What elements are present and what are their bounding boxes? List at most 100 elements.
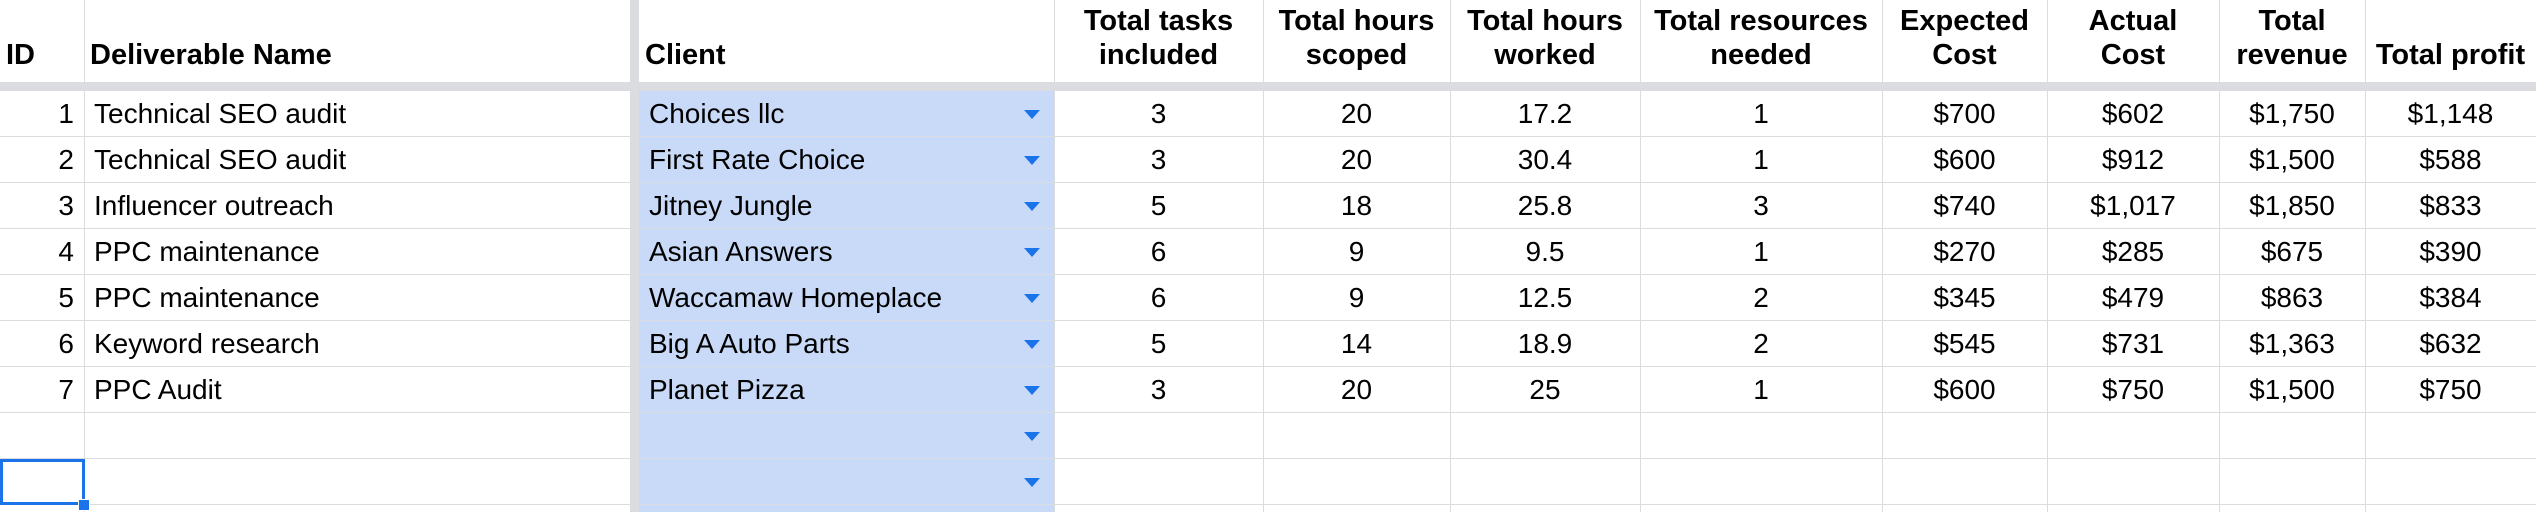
chevron-down-icon[interactable]: [1024, 432, 1040, 441]
empty-cell-total-profit[interactable]: [2365, 413, 2536, 459]
empty-cell-total-resources-needed[interactable]: [1640, 413, 1882, 459]
cell-total-tasks-included[interactable]: 3: [1054, 137, 1263, 183]
empty-cell-total-hours-scoped[interactable]: [1263, 459, 1450, 505]
cell-deliverable-name[interactable]: PPC maintenance: [84, 275, 630, 321]
cell-expected-cost[interactable]: $700: [1882, 91, 2047, 137]
cell-deliverable-name[interactable]: Technical SEO audit: [84, 137, 630, 183]
cell-total-revenue[interactable]: $1,750: [2219, 91, 2365, 137]
cell-total-resources-needed[interactable]: 2: [1640, 321, 1882, 367]
cell-total-profit[interactable]: $384: [2365, 275, 2536, 321]
cell-total-revenue[interactable]: $1,500: [2219, 137, 2365, 183]
cell-total-tasks-included[interactable]: 5: [1054, 321, 1263, 367]
cell-total-resources-needed[interactable]: 1: [1640, 367, 1882, 413]
cell-actual-cost[interactable]: $750: [2047, 367, 2219, 413]
cell-total-revenue[interactable]: $1,500: [2219, 367, 2365, 413]
cell-id[interactable]: 5: [0, 275, 84, 321]
empty-cell-total-hours-worked[interactable]: [1450, 459, 1640, 505]
cell-expected-cost[interactable]: $600: [1882, 137, 2047, 183]
frozen-row-divider[interactable]: [0, 82, 2536, 91]
empty-cell-expected-cost[interactable]: [1882, 413, 2047, 459]
chevron-down-icon[interactable]: [1024, 340, 1040, 349]
column-header-id[interactable]: ID: [0, 0, 84, 82]
empty-cell-deliverable-name[interactable]: [84, 459, 630, 505]
cell-actual-cost[interactable]: $285: [2047, 229, 2219, 275]
column-header-total-hours-worked[interactable]: Total hours worked: [1450, 0, 1640, 82]
empty-cell-expected-cost[interactable]: [1882, 459, 2047, 505]
cell-total-profit[interactable]: $588: [2365, 137, 2536, 183]
cell-total-resources-needed[interactable]: 3: [1640, 183, 1882, 229]
cell-client[interactable]: Jitney Jungle: [639, 183, 1054, 229]
column-header-total-tasks-included[interactable]: Total tasks included: [1054, 0, 1263, 82]
cell-expected-cost[interactable]: $270: [1882, 229, 2047, 275]
cell-total-profit[interactable]: $750: [2365, 367, 2536, 413]
cell-client[interactable]: Choices llc: [639, 91, 1054, 137]
cell-deliverable-name[interactable]: PPC maintenance: [84, 229, 630, 275]
cell-total-profit[interactable]: $632: [2365, 321, 2536, 367]
column-header-deliverable-name[interactable]: Deliverable Name: [84, 0, 630, 82]
cell-total-resources-needed[interactable]: 1: [1640, 137, 1882, 183]
cell-total-hours-scoped[interactable]: 20: [1263, 367, 1450, 413]
cell-expected-cost[interactable]: $345: [1882, 275, 2047, 321]
frozen-column-divider[interactable]: [630, 0, 639, 512]
cell-expected-cost[interactable]: $740: [1882, 183, 2047, 229]
cell-total-tasks-included[interactable]: 6: [1054, 229, 1263, 275]
empty-cell-client[interactable]: [639, 459, 1054, 505]
cell-total-hours-scoped[interactable]: 18: [1263, 183, 1450, 229]
cell-total-revenue[interactable]: $863: [2219, 275, 2365, 321]
column-header-expected-cost[interactable]: Expected Cost: [1882, 0, 2047, 82]
cell-client[interactable]: Asian Answers: [639, 229, 1054, 275]
chevron-down-icon[interactable]: [1024, 110, 1040, 119]
column-header-total-revenue[interactable]: Total revenue: [2219, 0, 2365, 82]
column-header-client[interactable]: Client: [639, 0, 1054, 82]
empty-cell-actual-cost[interactable]: [2047, 413, 2219, 459]
cell-id[interactable]: 3: [0, 183, 84, 229]
empty-cell-total-hours-scoped[interactable]: [1263, 413, 1450, 459]
cell-total-tasks-included[interactable]: 6: [1054, 275, 1263, 321]
empty-cell-total-revenue[interactable]: [2219, 459, 2365, 505]
empty-cell-total-tasks-included[interactable]: [1054, 459, 1263, 505]
cell-total-hours-scoped[interactable]: 14: [1263, 321, 1450, 367]
cell-total-profit[interactable]: $390: [2365, 229, 2536, 275]
cell-total-tasks-included[interactable]: 5: [1054, 183, 1263, 229]
chevron-down-icon[interactable]: [1024, 156, 1040, 165]
cell-total-hours-scoped[interactable]: 20: [1263, 137, 1450, 183]
column-header-total-profit[interactable]: Total profit: [2365, 0, 2536, 82]
empty-cell-total-revenue[interactable]: [2219, 413, 2365, 459]
cell-total-revenue[interactable]: $1,363: [2219, 321, 2365, 367]
empty-cell-total-hours-worked[interactable]: [1450, 413, 1640, 459]
cell-id[interactable]: 7: [0, 367, 84, 413]
column-header-total-hours-scoped[interactable]: Total hours scoped: [1263, 0, 1450, 82]
chevron-down-icon[interactable]: [1024, 386, 1040, 395]
empty-cell-total-tasks-included[interactable]: [1054, 413, 1263, 459]
column-header-actual-cost[interactable]: Actual Cost: [2047, 0, 2219, 82]
cell-actual-cost[interactable]: $1,017: [2047, 183, 2219, 229]
cell-client[interactable]: Planet Pizza: [639, 367, 1054, 413]
column-header-total-resources-needed[interactable]: Total resources needed: [1640, 0, 1882, 82]
cell-actual-cost[interactable]: $912: [2047, 137, 2219, 183]
fill-handle[interactable]: [78, 499, 90, 511]
cell-total-hours-scoped[interactable]: 9: [1263, 229, 1450, 275]
cell-total-resources-needed[interactable]: 1: [1640, 229, 1882, 275]
cell-actual-cost[interactable]: $602: [2047, 91, 2219, 137]
cell-client[interactable]: Waccamaw Homeplace: [639, 275, 1054, 321]
cell-deliverable-name[interactable]: Influencer outreach: [84, 183, 630, 229]
cell-total-profit[interactable]: $1,148: [2365, 91, 2536, 137]
chevron-down-icon[interactable]: [1024, 294, 1040, 303]
cell-actual-cost[interactable]: $479: [2047, 275, 2219, 321]
chevron-down-icon[interactable]: [1024, 202, 1040, 211]
cell-total-hours-worked[interactable]: 18.9: [1450, 321, 1640, 367]
empty-cell-client[interactable]: [639, 413, 1054, 459]
cell-client[interactable]: First Rate Choice: [639, 137, 1054, 183]
cell-total-profit[interactable]: $833: [2365, 183, 2536, 229]
cell-client[interactable]: Big A Auto Parts: [639, 321, 1054, 367]
cell-total-tasks-included[interactable]: 3: [1054, 91, 1263, 137]
empty-cell-total-profit[interactable]: [2365, 459, 2536, 505]
chevron-down-icon[interactable]: [1024, 248, 1040, 257]
cell-expected-cost[interactable]: $545: [1882, 321, 2047, 367]
cell-id[interactable]: 1: [0, 91, 84, 137]
cell-id[interactable]: 4: [0, 229, 84, 275]
empty-cell-actual-cost[interactable]: [2047, 459, 2219, 505]
empty-cell-deliverable-name[interactable]: [84, 413, 630, 459]
cell-total-revenue[interactable]: $1,850: [2219, 183, 2365, 229]
cell-total-resources-needed[interactable]: 2: [1640, 275, 1882, 321]
